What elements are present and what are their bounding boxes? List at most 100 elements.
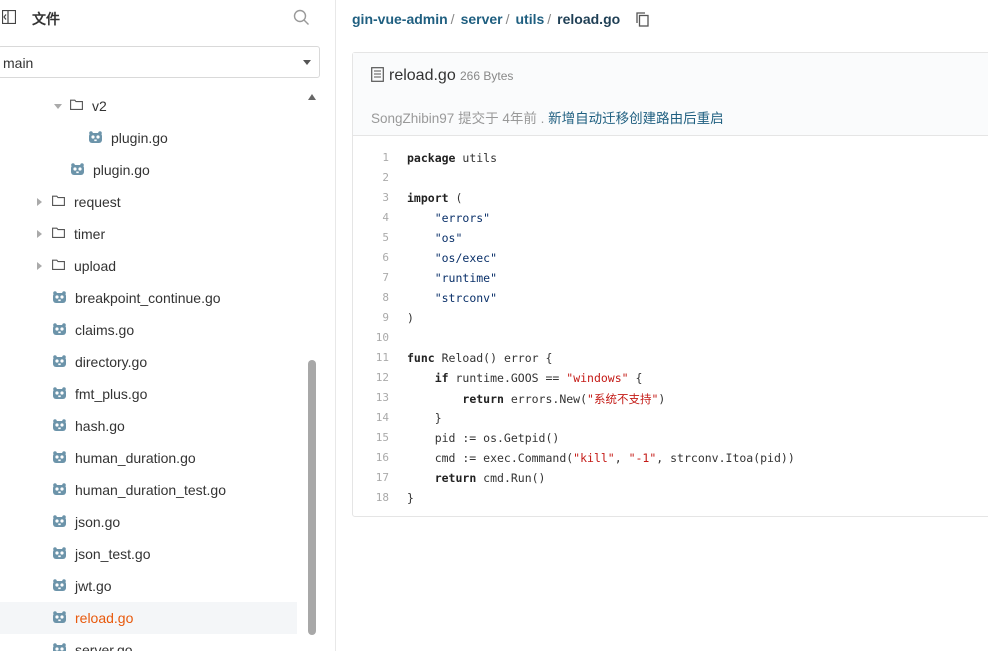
go-file-icon bbox=[71, 163, 84, 175]
line-number[interactable]: 8 bbox=[353, 291, 389, 304]
tree-item-label: json_test.go bbox=[75, 546, 151, 562]
line-content: ) bbox=[407, 311, 414, 325]
folder-icon bbox=[52, 195, 65, 206]
line-number[interactable]: 16 bbox=[353, 451, 389, 464]
line-number[interactable]: 7 bbox=[353, 271, 389, 284]
tree-file-item[interactable]: hash.go bbox=[0, 410, 297, 442]
breadcrumb: gin-vue-admin / server / utils / reload.go bbox=[352, 11, 649, 27]
code-line: 4 "errors" bbox=[353, 209, 988, 229]
breadcrumb-server[interactable]: server bbox=[461, 11, 503, 27]
chevron-down-icon[interactable] bbox=[54, 104, 62, 109]
line-number[interactable]: 1 bbox=[353, 151, 389, 164]
commit-info: SongZhibin97 提交于 4年前 . 新增自动迁移创建路由后重启 bbox=[371, 107, 724, 127]
sidebar-scrollbar[interactable] bbox=[306, 90, 318, 651]
line-content: cmd := exec.Command("kill", "-1", strcon… bbox=[407, 451, 795, 465]
commit-time: 4年前 bbox=[502, 111, 537, 126]
tree-item-label: human_duration.go bbox=[75, 450, 196, 466]
line-content: return cmd.Run() bbox=[434, 471, 546, 485]
tree-folder-item[interactable]: v2 bbox=[0, 90, 297, 122]
tree-file-item[interactable]: server.go bbox=[0, 634, 297, 651]
tree-item-label: server.go bbox=[75, 642, 133, 651]
sidebar-header: 文件 bbox=[0, 0, 335, 36]
line-number[interactable]: 13 bbox=[353, 391, 389, 404]
code-line: 12 if runtime.GOOS == "windows" { bbox=[353, 369, 988, 389]
tree-item-label: plugin.go bbox=[111, 130, 168, 146]
code-line: 6 "os/exec" bbox=[353, 249, 988, 269]
folder-icon bbox=[52, 227, 65, 238]
code-line: 1 package utils bbox=[353, 149, 988, 169]
tree-file-item[interactable]: plugin.go bbox=[0, 154, 297, 186]
code-line: 5 "os" bbox=[353, 229, 988, 249]
tree-file-item[interactable]: reload.go bbox=[0, 602, 297, 634]
collapse-sidebar-icon[interactable] bbox=[2, 10, 16, 24]
tree-item-label: directory.go bbox=[75, 354, 148, 370]
code-line: 16 cmd := exec.Command("kill", "-1", str… bbox=[353, 449, 988, 469]
tree-item-label: fmt_plus.go bbox=[75, 386, 148, 402]
line-number[interactable]: 12 bbox=[353, 371, 389, 384]
sidebar-title: 文件 bbox=[32, 11, 60, 27]
breadcrumb-utils[interactable]: utils bbox=[516, 11, 545, 27]
line-number[interactable]: 15 bbox=[353, 431, 389, 444]
code-line: 17 return cmd.Run() bbox=[353, 469, 988, 489]
line-number[interactable]: 2 bbox=[353, 171, 389, 184]
line-number[interactable]: 5 bbox=[353, 231, 389, 244]
go-file-icon bbox=[53, 387, 66, 399]
tree-file-item[interactable]: json.go bbox=[0, 506, 297, 538]
chevron-right-icon[interactable] bbox=[37, 262, 42, 270]
code-view: 1 package utils 2 3 import ( 4 "errors" 5 "os"… bbox=[353, 149, 988, 509]
tree-item-label: reload.go bbox=[75, 610, 134, 626]
code-line: 2 bbox=[353, 169, 988, 189]
line-number[interactable]: 10 bbox=[353, 331, 389, 344]
line-number[interactable]: 9 bbox=[353, 311, 389, 324]
line-number[interactable]: 3 bbox=[353, 191, 389, 204]
tree-file-item[interactable]: plugin.go bbox=[0, 122, 297, 154]
go-file-icon bbox=[53, 547, 66, 559]
breadcrumb-file: reload.go bbox=[557, 11, 621, 27]
search-icon[interactable] bbox=[293, 9, 310, 26]
tree-file-item[interactable]: breakpoint_continue.go bbox=[0, 282, 297, 314]
tree-item-label: claims.go bbox=[75, 322, 135, 338]
scrollbar-thumb[interactable] bbox=[308, 360, 316, 635]
line-number[interactable]: 6 bbox=[353, 251, 389, 264]
line-content: "runtime" bbox=[434, 271, 498, 285]
code-line: 3 import ( bbox=[353, 189, 988, 209]
branch-select[interactable]: main bbox=[0, 46, 320, 78]
chevron-right-icon[interactable] bbox=[37, 198, 42, 206]
code-line: 18} bbox=[353, 489, 988, 509]
line-content: "os/exec" bbox=[434, 251, 498, 265]
go-file-icon bbox=[53, 355, 66, 367]
line-number[interactable]: 14 bbox=[353, 411, 389, 424]
scroll-up-arrow-icon[interactable] bbox=[308, 94, 316, 100]
breadcrumb-repo[interactable]: gin-vue-admin bbox=[352, 11, 448, 27]
commit-message[interactable]: 新增自动迁移创建路由后重启 bbox=[548, 111, 724, 126]
tree-folder-item[interactable]: upload bbox=[0, 250, 297, 282]
file-header: reload.go 266 Bytes SongZhibin97 提交于 4年前… bbox=[353, 53, 988, 136]
copy-path-icon[interactable] bbox=[636, 12, 649, 27]
tree-file-item[interactable]: claims.go bbox=[0, 314, 297, 346]
line-number[interactable]: 11 bbox=[353, 351, 389, 364]
go-file-icon bbox=[53, 291, 66, 303]
code-line: 7 "runtime" bbox=[353, 269, 988, 289]
go-file-icon bbox=[53, 451, 66, 463]
tree-file-item[interactable]: directory.go bbox=[0, 346, 297, 378]
tree-item-label: plugin.go bbox=[93, 162, 150, 178]
line-number[interactable]: 4 bbox=[353, 211, 389, 224]
tree-file-item[interactable]: json_test.go bbox=[0, 538, 297, 570]
line-number[interactable]: 17 bbox=[353, 471, 389, 484]
branch-value: main bbox=[3, 55, 34, 71]
tree-file-item[interactable]: human_duration.go bbox=[0, 442, 297, 474]
commit-author[interactable]: SongZhibin97 bbox=[371, 111, 454, 126]
tree-folder-item[interactable]: request bbox=[0, 186, 297, 218]
line-content: if runtime.GOOS == "windows" { bbox=[434, 371, 643, 385]
breadcrumb-separator: / bbox=[547, 11, 552, 27]
tree-file-item[interactable]: fmt_plus.go bbox=[0, 378, 297, 410]
file-panel: reload.go 266 Bytes SongZhibin97 提交于 4年前… bbox=[352, 52, 988, 517]
tree-file-item[interactable]: human_duration_test.go bbox=[0, 474, 297, 506]
line-content: import ( bbox=[407, 191, 463, 205]
chevron-right-icon[interactable] bbox=[37, 230, 42, 238]
tree-folder-item[interactable]: timer bbox=[0, 218, 297, 250]
tree-item-label: jwt.go bbox=[75, 578, 112, 594]
breadcrumb-separator: / bbox=[450, 11, 455, 27]
tree-file-item[interactable]: jwt.go bbox=[0, 570, 297, 602]
line-number[interactable]: 18 bbox=[353, 491, 389, 504]
